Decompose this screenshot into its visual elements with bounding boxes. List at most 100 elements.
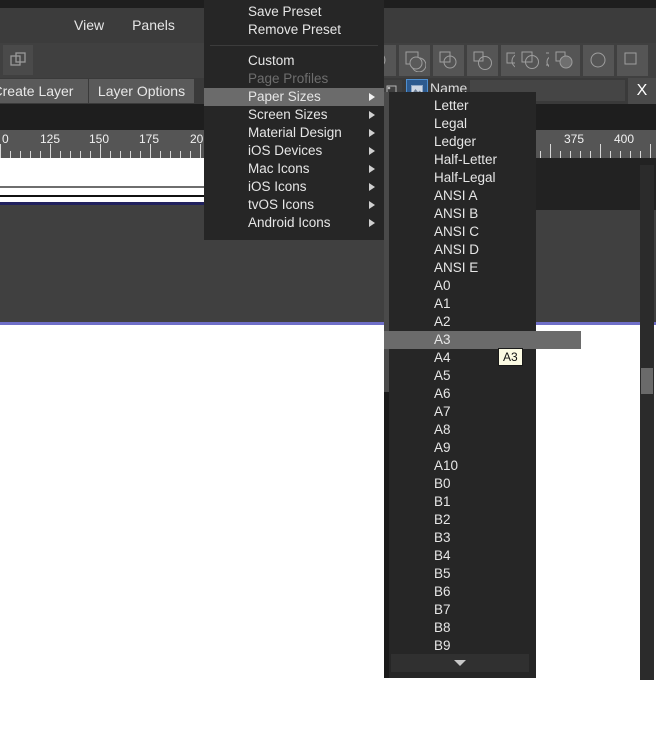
submenu-item-b1[interactable]: B1: [389, 493, 536, 511]
chevron-down-icon[interactable]: [391, 654, 529, 672]
submenu-item-ansi-e[interactable]: ANSI E: [389, 259, 536, 277]
boolean-exclude-icon[interactable]: [467, 45, 498, 76]
boolean-minus-back-icon[interactable]: [617, 45, 648, 76]
context-menu-presets[interactable]: Save Preset Remove Preset Custom Page Profi…: [204, 0, 384, 240]
menu-view[interactable]: View: [60, 8, 118, 43]
layer-options-button[interactable]: Layer Options: [89, 79, 194, 103]
menu-item-mac-icons[interactable]: Mac Icons: [204, 160, 384, 178]
menu-item-label: Page Profiles: [248, 71, 329, 86]
submenu-item-a2[interactable]: A2: [389, 313, 536, 331]
menu-panels[interactable]: Panels: [118, 8, 189, 43]
submenu-paper-sizes[interactable]: Letter Legal Ledger Half-Letter Half-Legal AN…: [384, 92, 581, 678]
submenu-item-a3[interactable]: A3: [384, 331, 581, 349]
ruler-tick: [100, 144, 101, 158]
ruler-label: 125: [40, 132, 61, 146]
submenu-item-a5[interactable]: A5: [389, 367, 536, 385]
menu-item-label: Material Design: [248, 125, 342, 140]
submenu-item-b0[interactable]: B0: [389, 475, 536, 493]
boolean-toolbar-secondary: [515, 45, 648, 76]
submenu-item-a9[interactable]: A9: [389, 439, 536, 457]
menu-item-label: Remove Preset: [248, 22, 342, 37]
submenu-item-ledger[interactable]: Ledger: [389, 133, 536, 151]
submenu-item-a0[interactable]: A0: [389, 277, 536, 295]
submenu-item-b2[interactable]: B2: [389, 511, 536, 529]
ruler-tick: [570, 151, 571, 158]
ruler-tick: [650, 144, 651, 158]
submenu-item-b6[interactable]: B6: [389, 583, 536, 601]
chevron-right-icon: [369, 129, 375, 137]
duplicate-layer-icon[interactable]: [3, 45, 33, 75]
submenu-item-b9[interactable]: B9: [389, 637, 536, 655]
ruler-tick: [610, 151, 611, 158]
submenu-item-ansi-d[interactable]: ANSI D: [389, 241, 536, 259]
submenu-item-a7[interactable]: A7: [389, 403, 536, 421]
vertical-scrollbar[interactable]: [640, 165, 654, 680]
ruler-tick: [110, 151, 111, 158]
close-icon[interactable]: X: [628, 78, 656, 104]
submenu-item-a6[interactable]: A6: [389, 385, 536, 403]
submenu-item-a1[interactable]: A1: [389, 295, 536, 313]
boolean-merge-icon[interactable]: [515, 45, 546, 76]
submenu-item-legal[interactable]: Legal: [389, 115, 536, 133]
menu-item-tvos-icons[interactable]: tvOS Icons: [204, 196, 384, 214]
menu-item-label: Save Preset: [248, 4, 322, 19]
application-window: View Panels Help: [0, 0, 656, 745]
ruler-tick: [200, 144, 201, 158]
create-layer-button[interactable]: Create Layer: [0, 79, 88, 103]
submenu-item-half-letter[interactable]: Half-Letter: [389, 151, 536, 169]
submenu-item-a8[interactable]: A8: [389, 421, 536, 439]
chevron-right-icon: [369, 111, 375, 119]
submenu-item-b4[interactable]: B4: [389, 547, 536, 565]
ruler-tick: [160, 151, 161, 158]
boolean-intersect-icon[interactable]: [433, 45, 464, 76]
ruler-tick: [0, 144, 1, 158]
submenu-item-ansi-c[interactable]: ANSI C: [389, 223, 536, 241]
submenu-item-ansi-a[interactable]: ANSI A: [389, 187, 536, 205]
menu-item-paper-sizes[interactable]: Paper Sizes: [204, 88, 384, 106]
ruler-tick: [90, 151, 91, 158]
menu-item-save-preset[interactable]: Save Preset: [204, 3, 384, 21]
ruler-tick: [130, 151, 131, 158]
submenu-item-b8[interactable]: B8: [389, 619, 536, 637]
submenu-item-b5[interactable]: B5: [389, 565, 536, 583]
ruler-tick: [540, 151, 541, 158]
chevron-right-icon: [369, 201, 375, 209]
ruler-tick: [620, 151, 621, 158]
menu-item-ios-devices[interactable]: iOS Devices: [204, 142, 384, 160]
ruler-label: 400: [614, 132, 635, 146]
ruler-tick: [120, 151, 121, 158]
menu-item-material-design[interactable]: Material Design: [204, 124, 384, 142]
ruler-label: 150: [89, 132, 110, 146]
ruler-tick: [600, 144, 601, 158]
ruler-tick: [580, 151, 581, 158]
submenu-item-half-legal[interactable]: Half-Legal: [389, 169, 536, 187]
tooltip: A3: [498, 348, 523, 366]
ruler-tick: [50, 144, 51, 158]
menu-item-ios-icons[interactable]: iOS Icons: [204, 178, 384, 196]
submenu-item-b3[interactable]: B3: [389, 529, 536, 547]
boolean-outline-icon[interactable]: [583, 45, 614, 76]
menu-item-label: Paper Sizes: [248, 89, 321, 104]
vertical-scrollbar-thumb[interactable]: [641, 368, 653, 394]
menu-item-page-profiles: Page Profiles: [204, 70, 384, 88]
menu-item-label: Screen Sizes: [248, 107, 328, 122]
chevron-right-icon: [369, 93, 375, 101]
menu-item-android-icons[interactable]: Android Icons: [204, 214, 384, 232]
submenu-item-b7[interactable]: B7: [389, 601, 536, 619]
menu-item-label: Mac Icons: [248, 161, 310, 176]
ruler-label: 375: [564, 132, 585, 146]
ruler-tick: [150, 144, 151, 158]
menu-item-custom[interactable]: Custom: [204, 52, 384, 70]
boolean-crop-icon[interactable]: [549, 45, 580, 76]
ruler-tick: [20, 151, 21, 158]
menu-item-remove-preset[interactable]: Remove Preset: [204, 21, 384, 39]
submenu-item-letter[interactable]: Letter: [389, 97, 536, 115]
submenu-item-a10[interactable]: A10: [389, 457, 536, 475]
ruler-tick: [70, 151, 71, 158]
boolean-subtract-icon[interactable]: [399, 45, 430, 76]
menu-item-screen-sizes[interactable]: Screen Sizes: [204, 106, 384, 124]
ruler-tick: [190, 151, 191, 158]
ruler-tick: [550, 144, 551, 158]
submenu-item-ansi-b[interactable]: ANSI B: [389, 205, 536, 223]
chevron-right-icon: [369, 219, 375, 227]
